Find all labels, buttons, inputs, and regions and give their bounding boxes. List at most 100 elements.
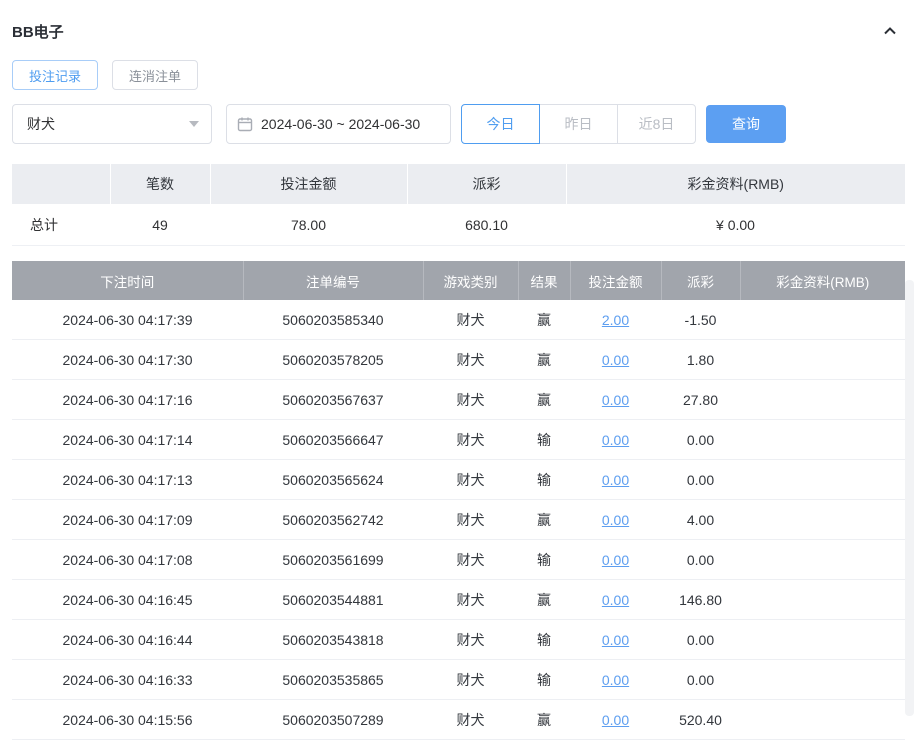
summary-col-bet-amount: 投注金额 bbox=[210, 164, 408, 204]
bonus-cell bbox=[740, 499, 905, 540]
result-cell: 赢 bbox=[518, 499, 570, 540]
bet-table-header-row: 下注时间 注单编号 游戏类别 结果 投注金额 派彩 彩金资料(RMB) bbox=[12, 261, 905, 300]
bet-time-cell: 2024-06-30 04:15:56 bbox=[12, 699, 243, 740]
summary-total-row: 总计 49 78.00 680.10 ¥ 0.00 bbox=[12, 204, 905, 246]
table-row: 2024-06-30 04:17:30 5060203578205 财犬赢 0.00 1… bbox=[12, 339, 905, 380]
summary-table: 笔数 投注金额 派彩 彩金资料(RMB) 总计 49 78.00 680.10 … bbox=[12, 164, 905, 246]
bet-records-panel: BB电子 投注记录 连消注单 财犬 2024-06-30 ~ 2024-06-3… bbox=[0, 18, 914, 740]
table-row: 2024-06-30 04:16:44 5060203543818 财犬输 0.00 0… bbox=[12, 619, 905, 660]
bet-id-cell: 5060203544881 bbox=[243, 579, 423, 620]
game-type-cell: 财犬 bbox=[423, 699, 518, 740]
payout-cell: -1.50 bbox=[661, 300, 740, 340]
summary-total-bonus: ¥ 0.00 bbox=[566, 204, 905, 246]
payout-cell: 0.00 bbox=[661, 619, 740, 660]
bet-amount-link[interactable]: 0.00 bbox=[602, 592, 629, 608]
payout-cell: 0.00 bbox=[661, 659, 740, 700]
summary-header-row: 笔数 投注金额 派彩 彩金资料(RMB) bbox=[12, 164, 905, 204]
tabs: 投注记录 连消注单 bbox=[12, 60, 902, 90]
bet-amount-link[interactable]: 0.00 bbox=[602, 472, 629, 488]
bet-amount-cell: 0.00 bbox=[570, 619, 661, 660]
scrollbar[interactable] bbox=[905, 280, 914, 716]
quick-date-group: 今日 昨日 近8日 bbox=[461, 104, 696, 144]
bet-id-cell: 5060203561699 bbox=[243, 539, 423, 580]
payout-cell: 1.80 bbox=[661, 339, 740, 380]
payout-cell: 520.40 bbox=[661, 699, 740, 740]
bet-amount-link[interactable]: 0.00 bbox=[602, 392, 629, 408]
bet-time-cell: 2024-06-30 04:17:16 bbox=[12, 379, 243, 420]
payout-cell: 4.00 bbox=[661, 499, 740, 540]
summary-col-payout: 派彩 bbox=[407, 164, 567, 204]
tab-chain-cancel-orders[interactable]: 连消注单 bbox=[112, 60, 199, 90]
bet-amount-link[interactable]: 0.00 bbox=[602, 352, 629, 368]
bet-amount-link[interactable]: 0.00 bbox=[602, 712, 629, 728]
quick-last8days-button[interactable]: 近8日 bbox=[617, 104, 696, 144]
bet-amount-link[interactable]: 0.00 bbox=[602, 672, 629, 688]
bet-id-cell: 5060203585340 bbox=[243, 300, 423, 340]
bonus-cell bbox=[740, 699, 905, 740]
result-cell: 输 bbox=[518, 659, 570, 700]
summary-col-count: 笔数 bbox=[110, 164, 211, 204]
bonus-cell bbox=[740, 339, 905, 380]
bonus-cell bbox=[740, 459, 905, 500]
game-type-cell: 财犬 bbox=[423, 579, 518, 620]
bet-amount-link[interactable]: 0.00 bbox=[602, 632, 629, 648]
table-row: 2024-06-30 04:17:08 5060203561699 财犬输 0.00 0… bbox=[12, 539, 905, 580]
bet-table-body: 2024-06-30 04:17:39 5060203585340 财犬赢 2.00-… bbox=[12, 300, 905, 740]
table-row: 2024-06-30 04:17:39 5060203585340 财犬赢 2.00 -… bbox=[12, 300, 905, 340]
col-header-payout: 派彩 bbox=[661, 261, 741, 300]
bet-amount-link[interactable]: 0.00 bbox=[602, 552, 629, 568]
summary-total-label: 总计 bbox=[12, 204, 110, 246]
result-cell: 输 bbox=[518, 459, 570, 500]
bet-time-cell: 2024-06-30 04:16:33 bbox=[12, 659, 243, 700]
bet-amount-cell: 0.00 bbox=[570, 459, 661, 500]
bet-time-cell: 2024-06-30 04:17:13 bbox=[12, 459, 243, 500]
filter-bar: 财犬 2024-06-30 ~ 2024-06-30 今日 昨日 近8日 查询 bbox=[12, 104, 902, 144]
table-row: 2024-06-30 04:17:13 5060203565624 财犬输 0.00 0… bbox=[12, 459, 905, 500]
quick-yesterday-button[interactable]: 昨日 bbox=[539, 104, 618, 144]
game-type-cell: 财犬 bbox=[423, 379, 518, 420]
date-range-input[interactable]: 2024-06-30 ~ 2024-06-30 bbox=[226, 104, 451, 144]
bonus-cell bbox=[740, 539, 905, 580]
bet-id-cell: 5060203565624 bbox=[243, 459, 423, 500]
result-cell: 赢 bbox=[518, 379, 570, 420]
bet-id-cell: 5060203567637 bbox=[243, 379, 423, 420]
summary-total-payout: 680.10 bbox=[407, 204, 566, 246]
chevron-down-icon bbox=[189, 121, 199, 127]
tab-bet-records[interactable]: 投注记录 bbox=[12, 60, 99, 90]
bet-id-cell: 5060203535865 bbox=[243, 659, 423, 700]
result-cell: 赢 bbox=[518, 579, 570, 620]
game-type-cell: 财犬 bbox=[423, 300, 518, 340]
payout-cell: 27.80 bbox=[661, 379, 740, 420]
game-select[interactable]: 财犬 bbox=[12, 104, 212, 144]
bet-amount-cell: 0.00 bbox=[570, 699, 661, 740]
game-select-value: 财犬 bbox=[27, 116, 55, 132]
search-button[interactable]: 查询 bbox=[706, 105, 786, 143]
bet-amount-link[interactable]: 0.00 bbox=[602, 512, 629, 528]
summary-total-count: 49 bbox=[110, 204, 210, 246]
bonus-cell bbox=[740, 659, 905, 700]
bet-amount-cell: 0.00 bbox=[570, 379, 661, 420]
bet-time-cell: 2024-06-30 04:16:44 bbox=[12, 619, 243, 660]
col-header-bet-id: 注单编号 bbox=[243, 261, 424, 300]
col-header-bonus: 彩金资料(RMB) bbox=[740, 261, 905, 300]
bonus-cell bbox=[740, 379, 905, 420]
quick-today-button[interactable]: 今日 bbox=[461, 104, 540, 144]
bet-amount-link[interactable]: 2.00 bbox=[602, 312, 629, 328]
bet-time-cell: 2024-06-30 04:17:08 bbox=[12, 539, 243, 580]
chevron-up-icon[interactable] bbox=[880, 21, 900, 41]
summary-total-bet-amount: 78.00 bbox=[210, 204, 407, 246]
bet-time-cell: 2024-06-30 04:17:14 bbox=[12, 419, 243, 460]
summary-col-bonus: 彩金资料(RMB) bbox=[566, 164, 905, 204]
game-type-cell: 财犬 bbox=[423, 619, 518, 660]
game-type-cell: 财犬 bbox=[423, 419, 518, 460]
table-row: 2024-06-30 04:17:16 5060203567637 财犬赢 0.00 2… bbox=[12, 379, 905, 420]
bet-amount-cell: 0.00 bbox=[570, 339, 661, 380]
bet-time-cell: 2024-06-30 04:17:09 bbox=[12, 499, 243, 540]
table-row: 2024-06-30 04:17:14 5060203566647 财犬输 0.00 0… bbox=[12, 419, 905, 460]
bet-amount-cell: 2.00 bbox=[570, 300, 661, 340]
result-cell: 输 bbox=[518, 419, 570, 460]
bet-amount-link[interactable]: 0.00 bbox=[602, 432, 629, 448]
game-type-cell: 财犬 bbox=[423, 459, 518, 500]
bet-id-cell: 5060203543818 bbox=[243, 619, 423, 660]
game-type-cell: 财犬 bbox=[423, 499, 518, 540]
